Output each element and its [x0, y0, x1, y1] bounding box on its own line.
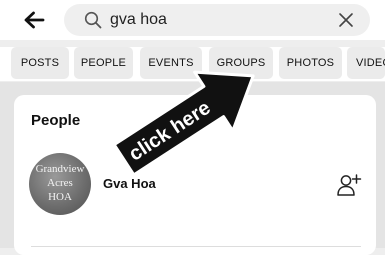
avatar-line: Acres — [47, 177, 73, 189]
add-person-icon — [337, 174, 362, 196]
arrow-left-icon — [24, 11, 45, 29]
people-card: People Grandview Acres HOA Gva Hoa — [14, 95, 376, 255]
clear-search-button[interactable] — [336, 10, 356, 30]
search-header — [0, 0, 385, 40]
avatar-line: Grandview — [35, 163, 85, 175]
results-panel: People Grandview Acres HOA Gva Hoa — [0, 82, 385, 255]
avatar[interactable]: Grandview Acres HOA — [29, 153, 91, 215]
close-icon — [339, 13, 353, 27]
divider — [31, 246, 361, 247]
search-input[interactable] — [110, 8, 320, 32]
people-section-title: People — [31, 112, 81, 129]
search-box[interactable] — [64, 4, 370, 36]
back-button[interactable] — [22, 9, 46, 31]
avatar-logo-text: Grandview Acres HOA — [29, 162, 91, 204]
tab-photos[interactable]: PHOTOS — [279, 47, 342, 79]
search-filter-tabs: POSTS PEOPLE EVENTS GROUPS PHOTOS VIDEOS — [0, 47, 385, 81]
add-friend-button[interactable] — [336, 172, 362, 198]
tab-events[interactable]: EVENTS — [140, 47, 202, 79]
tab-videos[interactable]: VIDEOS — [347, 47, 385, 79]
avatar-line: HOA — [48, 191, 72, 203]
search-icon — [84, 11, 102, 29]
tab-posts[interactable]: POSTS — [11, 47, 69, 79]
tab-groups[interactable]: GROUPS — [209, 47, 273, 79]
person-name-link[interactable]: Gva Hoa — [103, 176, 156, 191]
tab-people[interactable]: PEOPLE — [74, 47, 133, 79]
